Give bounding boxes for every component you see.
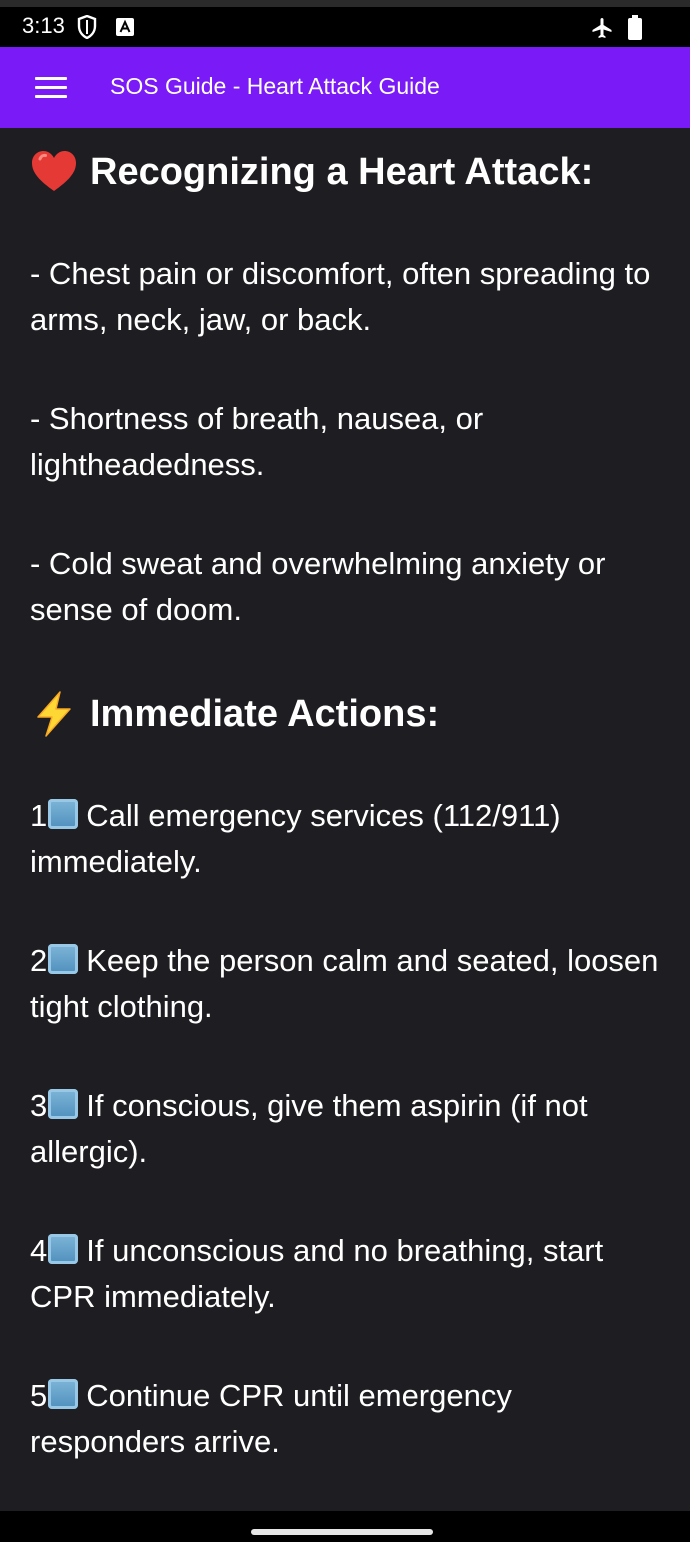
step-number: 3: [30, 1088, 48, 1123]
section-heading-text: Recognizing a Heart Attack:: [90, 151, 594, 193]
app-bar: SOS Guide - Heart Attack Guide: [0, 47, 690, 128]
step-number: 5: [30, 1378, 48, 1413]
section-heading-recognizing: Recognizing a Heart Attack:: [30, 148, 660, 196]
step-number: 1: [30, 798, 48, 833]
step-text: If unconscious and no breathing, start C…: [30, 1233, 604, 1314]
red-heart-icon: [32, 151, 76, 191]
action-step: 5 Continue CPR until emergency responders…: [30, 1373, 660, 1465]
home-gesture-handle[interactable]: [251, 1529, 433, 1535]
app-title: SOS Guide - Heart Attack Guide: [110, 73, 440, 99]
font-a-icon: [116, 18, 134, 36]
symptom-item: - Chest pain or discomfort, often spread…: [30, 256, 651, 337]
step-text: Continue CPR until emergency responders …: [30, 1378, 512, 1459]
battery-icon: [628, 15, 642, 40]
step-number: 2: [30, 943, 48, 978]
guide-content[interactable]: Recognizing a Heart Attack: - Chest pain…: [0, 128, 690, 1511]
lightning-icon: [37, 691, 71, 737]
action-step: 4 If unconscious and no breathing, start …: [30, 1228, 660, 1320]
status-bar: 3:13: [0, 0, 690, 47]
keycap-icon: [48, 1234, 79, 1264]
system-nav-bar: [0, 1511, 690, 1542]
keycap-icon: [48, 944, 79, 974]
step-text: Call emergency services (112/911) immedi…: [30, 798, 561, 879]
action-step: 3 If conscious, give them aspirin (if not…: [30, 1083, 660, 1175]
step-text: If conscious, give them aspirin (if not …: [30, 1088, 588, 1169]
symptom-item: - Cold sweat and overwhelming anxiety or…: [30, 546, 606, 627]
section-heading-text: Immediate Actions:: [90, 693, 440, 735]
step-text: Keep the person calm and seated, loosen …: [30, 943, 659, 1024]
hamburger-menu-icon[interactable]: [32, 73, 70, 103]
action-step: 2 Keep the person calm and seated, loosen…: [30, 938, 660, 1030]
keycap-icon: [48, 1379, 79, 1409]
status-time: 3:13: [22, 13, 65, 38]
section-heading-actions: Immediate Actions:: [30, 690, 660, 738]
symptom-item: - Shortness of breath, nausea, or lighth…: [30, 401, 484, 482]
keycap-icon: [48, 1089, 79, 1119]
keycap-icon: [48, 799, 79, 829]
action-step: 1 Call emergency services (112/911) immed…: [30, 793, 660, 885]
step-number: 4: [30, 1233, 48, 1268]
shield-icon: [77, 15, 97, 39]
airplane-mode-icon: [592, 18, 612, 38]
